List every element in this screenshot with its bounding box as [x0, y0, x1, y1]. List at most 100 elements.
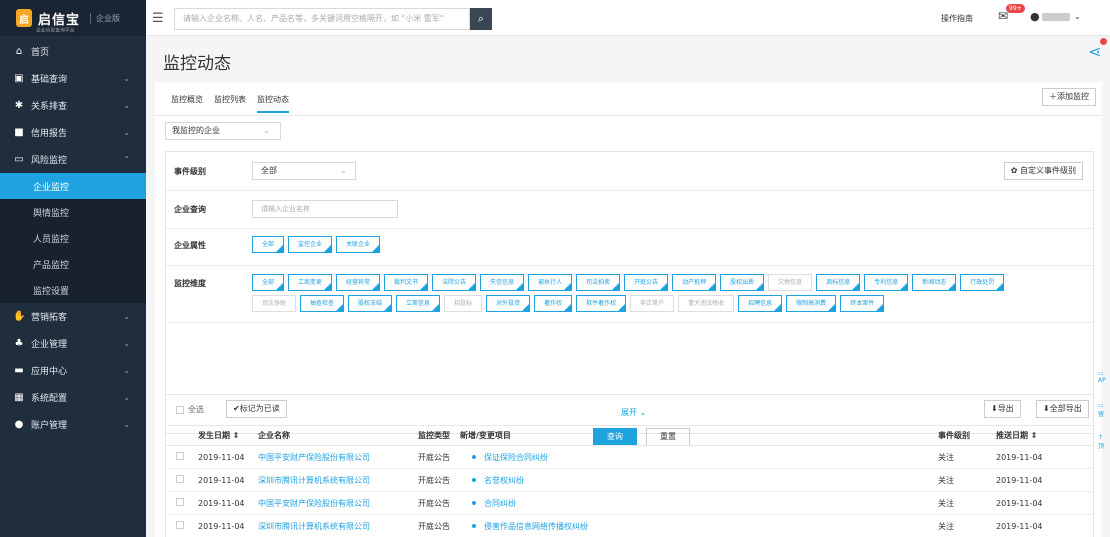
- select-all[interactable]: 全选: [176, 404, 204, 415]
- dimension-tag[interactable]: 限制高消费: [786, 295, 837, 313]
- sidebar-item-basic-query[interactable]: ▣ 基础查询 ⌄: [0, 65, 146, 92]
- dimension-tag[interactable]: 司法协助: [252, 295, 297, 312]
- sidebar-subitem-company-monitor[interactable]: 企业监控: [0, 173, 146, 199]
- sidebar-item-enterprise-mgmt[interactable]: ♣ 企业管理 ⌄: [0, 330, 146, 357]
- mark-read-button[interactable]: ✔标记为已读: [226, 400, 287, 418]
- dimension-tag[interactable]: 非正常户: [630, 295, 675, 312]
- user-name[interactable]: [1042, 13, 1070, 21]
- dimension-tag[interactable]: 全部: [252, 274, 285, 292]
- sidebar-subitem-sentiment-monitor[interactable]: 舆情监控: [0, 199, 146, 225]
- item-cell[interactable]: 保证保险合同纠纷: [460, 445, 938, 469]
- dimension-tag[interactable]: 抽查检查: [300, 295, 345, 313]
- attr-tag[interactable]: 全部: [252, 236, 285, 254]
- sidebar-item-credit-report[interactable]: ■ 信用报告 ⌄: [0, 119, 146, 146]
- dimension-tag[interactable]: 法院公告: [432, 274, 477, 292]
- company-link[interactable]: 深圳市腾讯计算机系统有限公司: [258, 468, 418, 492]
- item-link[interactable]: 侵害作品信息网络传播权纠纷: [484, 522, 588, 531]
- company-link[interactable]: 中国平安财产保险股份有限公司: [258, 445, 418, 469]
- dimension-tag[interactable]: 重大违法税收: [678, 295, 735, 312]
- header-push-date[interactable]: 推送日期 ⇕: [996, 425, 1093, 446]
- search-button[interactable]: ⌕: [470, 8, 492, 30]
- dimension-label: 监控维度: [174, 279, 206, 288]
- sidebar-subitem-product-monitor[interactable]: 产品监控: [0, 251, 146, 277]
- sidebar-item-label: 风险监控: [31, 156, 68, 166]
- table-row[interactable]: 2019-11-04 中国平安财产保险股份有限公司 开庭公告 保证保险合同纠纷 关注 20…: [166, 445, 1093, 469]
- dimension-tag[interactable]: 股权冻结: [348, 295, 393, 313]
- export-button[interactable]: ⬇导出: [984, 400, 1021, 418]
- sidebar-item-account-mgmt[interactable]: ● 账户管理 ⌄: [0, 411, 146, 438]
- dimension-tag[interactable]: 对外投资: [486, 295, 531, 313]
- date-cell: 2019-11-04: [198, 491, 258, 515]
- sidebar-subitem-monitor-settings[interactable]: 监控设置: [0, 277, 146, 303]
- table-row[interactable]: 2019-11-04 深圳市腾讯计算机系统有限公司 开庭公告 名誉权纠纷 关注 2019-…: [166, 468, 1093, 492]
- dimension-tag[interactable]: 工商变更: [288, 274, 333, 292]
- header-date[interactable]: 发生日期 ⇕: [198, 425, 258, 446]
- dimension-tag[interactable]: 招聘信息: [738, 295, 783, 313]
- item-link[interactable]: 合同纠纷: [484, 499, 516, 508]
- tab-overview[interactable]: 监控概览: [171, 94, 203, 113]
- api-icon[interactable]: ▭ AP: [1098, 370, 1106, 384]
- dimension-tag[interactable]: 立案信息: [396, 295, 441, 313]
- my-companies-select[interactable]: 我监控的企业 ⌄: [165, 122, 281, 140]
- attr-tag[interactable]: 监控企业: [288, 236, 333, 254]
- dimension-tag[interactable]: 股权出质: [720, 274, 765, 292]
- share-icon[interactable]: ⋖: [1088, 42, 1101, 61]
- dimension-tag[interactable]: 商标信息: [816, 274, 861, 292]
- tab-dynamics[interactable]: 监控动态: [257, 94, 289, 113]
- checkbox[interactable]: [176, 498, 184, 506]
- dimension-tag[interactable]: 被执行人: [528, 274, 573, 292]
- user-icon[interactable]: ●: [1030, 10, 1040, 23]
- company-link[interactable]: 深圳市腾讯计算机系统有限公司: [258, 514, 418, 537]
- table-row[interactable]: 2019-11-04 中国平安财产保险股份有限公司 开庭公告 合同纠纷 关注 2019-1…: [166, 491, 1093, 515]
- dimension-tag[interactable]: 终本案件: [840, 295, 885, 313]
- chevron-down-icon: ⌄: [123, 366, 130, 375]
- checkbox[interactable]: [176, 475, 184, 483]
- add-monitor-button[interactable]: ＋添加监控: [1042, 88, 1096, 106]
- menu-toggle-icon[interactable]: ☰: [152, 11, 164, 26]
- sidebar-item-label: 信用报告: [31, 129, 68, 139]
- company-link[interactable]: 中国平安财产保险股份有限公司: [258, 491, 418, 515]
- sidebar-item-marketing[interactable]: ✋ 营销拓客 ⌄: [0, 303, 146, 330]
- dimension-tag[interactable]: 软件著作权: [576, 295, 627, 313]
- type-cell: 开庭公告: [418, 514, 460, 537]
- item-cell[interactable]: 名誉权纠纷: [460, 468, 938, 492]
- table-row[interactable]: 2019-11-04 深圳市腾讯计算机系统有限公司 开庭公告 侵害作品信息网络传播权纠…: [166, 514, 1093, 537]
- dimension-tag[interactable]: 专利信息: [864, 274, 909, 292]
- dimension-tag[interactable]: 著作权: [534, 295, 573, 313]
- dimension-tag[interactable]: 动产抵押: [672, 274, 717, 292]
- item-cell[interactable]: 合同纠纷: [460, 491, 938, 515]
- sidebar-item-relations[interactable]: ✱ 关系排查 ⌄: [0, 92, 146, 119]
- item-link[interactable]: 保证保险合同纠纷: [484, 453, 548, 462]
- feedback-icon[interactable]: ▭ 留: [1098, 402, 1104, 418]
- dimension-tag[interactable]: 新闻动态: [912, 274, 957, 292]
- chevron-down-icon[interactable]: ⌄: [1074, 12, 1081, 21]
- sidebar-item-app-center[interactable]: ▬ 应用中心 ⌄: [0, 357, 146, 384]
- checkbox[interactable]: [176, 405, 184, 414]
- dimension-tag[interactable]: 开庭公告: [624, 274, 669, 292]
- brand[interactable]: 启 启信宝 企业版 企业信息查询平台: [0, 0, 146, 36]
- dimension-tag[interactable]: 欠税信息: [768, 274, 813, 291]
- dimension-tag[interactable]: 失信信息: [480, 274, 525, 292]
- checkbox[interactable]: [176, 452, 184, 460]
- export-all-button[interactable]: ⬇全部导出: [1036, 400, 1089, 418]
- dimension-tag[interactable]: 行政处罚: [960, 274, 1005, 292]
- sidebar-subitem-person-monitor[interactable]: 人员监控: [0, 225, 146, 251]
- event-level-select[interactable]: 全部 ⌄: [252, 162, 356, 180]
- tab-list[interactable]: 监控列表: [214, 94, 246, 113]
- sidebar-item-system-config[interactable]: ▦ 系统配置 ⌄: [0, 384, 146, 411]
- checkbox[interactable]: [176, 521, 184, 529]
- sidebar-item-risk-monitor[interactable]: ▭ 风险监控 ⌃: [0, 146, 146, 173]
- guide-link[interactable]: 操作指南: [941, 13, 973, 24]
- back-to-top-icon[interactable]: ↑ 顶: [1098, 434, 1104, 450]
- dimension-tag[interactable]: 裁判文书: [384, 274, 429, 292]
- custom-level-button[interactable]: ✿ 自定义事件级别: [1003, 162, 1083, 180]
- item-cell[interactable]: 侵害作品信息网络传播权纠纷: [460, 514, 938, 537]
- dimension-tag[interactable]: 招投标: [444, 295, 483, 312]
- dimension-tag[interactable]: 经营异常: [336, 274, 381, 292]
- item-link[interactable]: 名誉权纠纷: [484, 476, 524, 485]
- dimension-tag[interactable]: 司法拍卖: [576, 274, 621, 292]
- sidebar-item-home[interactable]: ⌂ 首页: [0, 38, 146, 65]
- company-query-input[interactable]: 请输入企业名称: [252, 200, 398, 218]
- attr-tag[interactable]: 关联企业: [336, 236, 381, 254]
- search-input[interactable]: 请输入企业名称、人名、产品名等，多关键词用空格隔开，如 "小米 雷军": [174, 8, 470, 30]
